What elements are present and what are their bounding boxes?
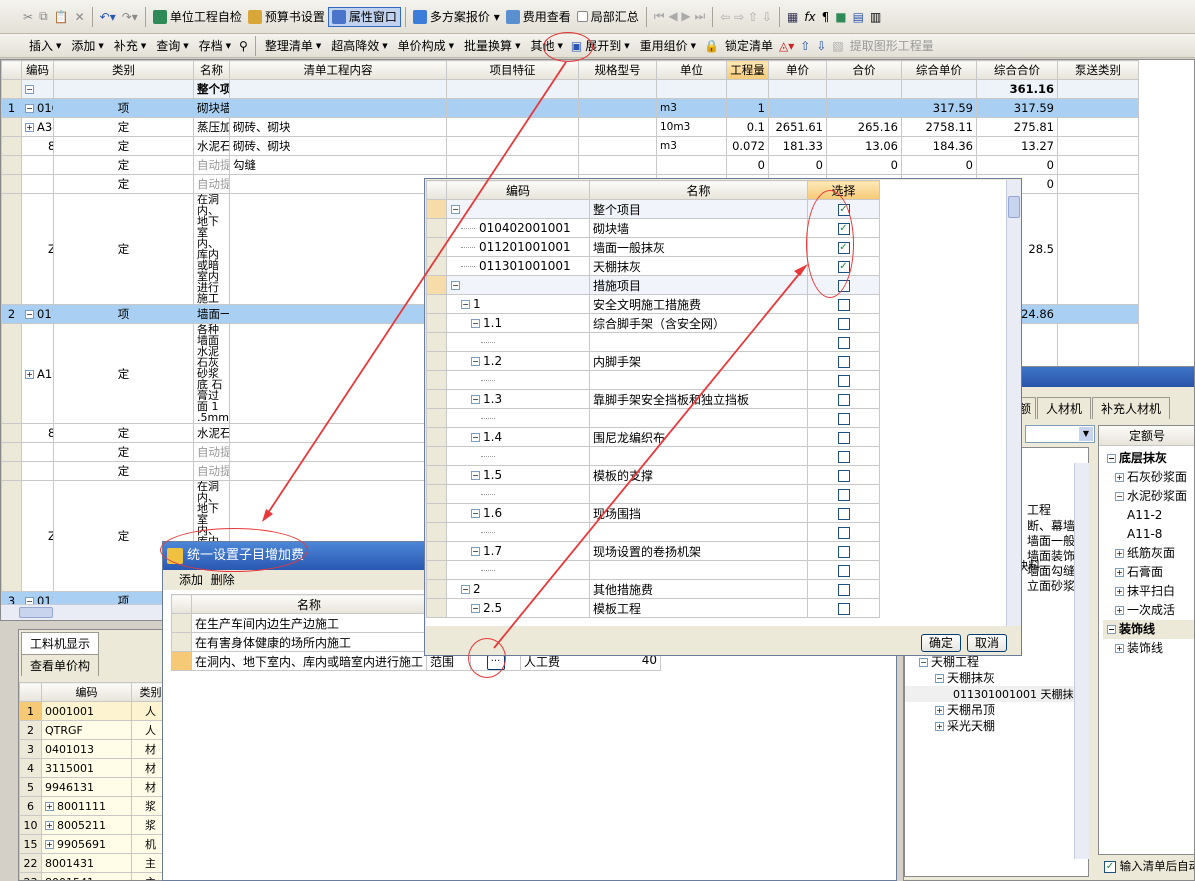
arrow-head-icon: [794, 264, 808, 276]
arrow-head-icon: [262, 509, 273, 522]
arrow-other-to-dialog: [265, 61, 567, 517]
annotation-arrows: [262, 61, 808, 649]
arrow-range-to-checks: [493, 267, 805, 649]
